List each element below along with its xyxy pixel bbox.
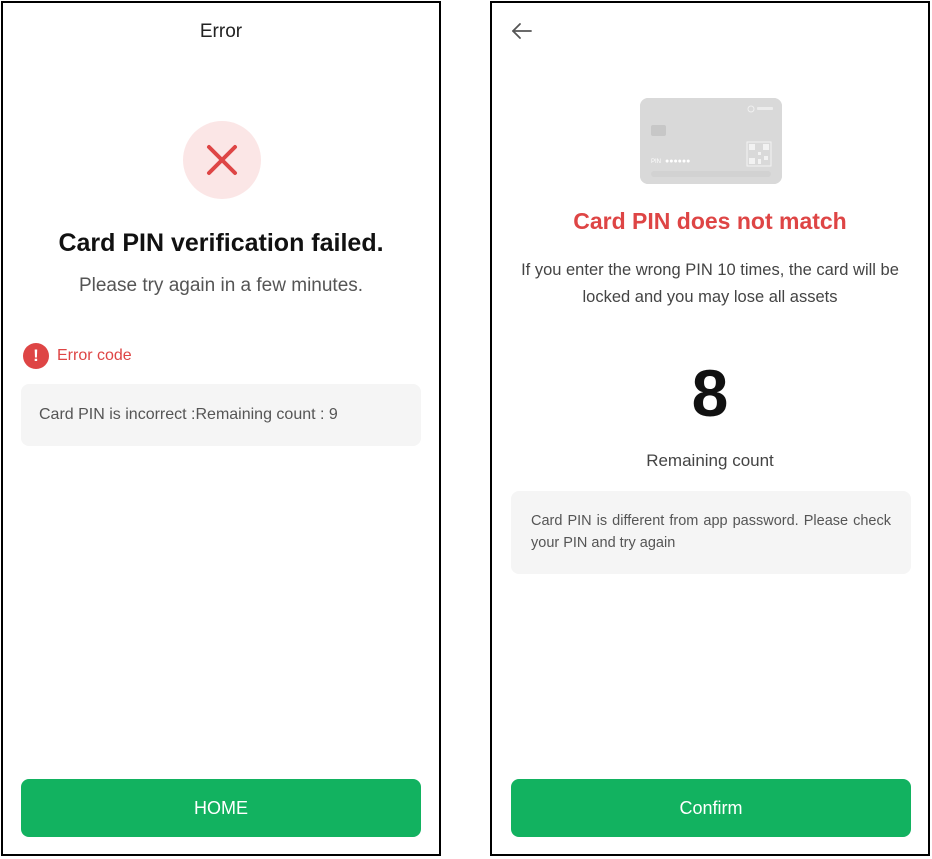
error-status-badge [183,121,261,199]
error-code-label: Error code [57,347,132,364]
card-illustration: PIN ●●●●●● [640,98,782,184]
alert-circle-icon: ! [23,343,49,369]
pin-mismatch-headline: Card PIN does not match [573,208,847,234]
error-message-box: Card PIN is incorrect :Remaining count :… [21,384,421,446]
back-arrow-icon[interactable] [510,19,534,43]
remaining-count-label: Remaining count [646,451,774,470]
error-headline: Card PIN verification failed. [58,229,384,257]
home-button[interactable]: HOME [21,779,421,837]
error-message-text: Card PIN is incorrect :Remaining count :… [39,406,338,423]
error-code-header: ! Error code [23,343,132,369]
card-pin-mask: ●●●●●● [665,158,690,165]
pin-hint-box: Card PIN is different from app password.… [511,491,911,574]
error-subline: Please try again in a few minutes. [78,275,364,296]
confirm-button[interactable]: Confirm [511,779,911,837]
lockout-warning-text: If you enter the wrong PIN 10 times, the… [521,261,899,306]
error-screen: Error Card PIN verification failed. Plea… [1,1,441,856]
pin-mismatch-screen: PIN ●●●●●● Card PIN does not match If yo… [490,1,930,856]
screen-title: Error [199,21,243,42]
pin-hint-text: Card PIN is different from app password.… [531,513,891,551]
remaining-count-number: 8 [691,356,729,430]
card-art: PIN ●●●●●● [640,98,782,184]
close-x-icon [207,145,237,175]
card-chip-icon [651,125,666,136]
card-pin-label: PIN [651,159,661,165]
